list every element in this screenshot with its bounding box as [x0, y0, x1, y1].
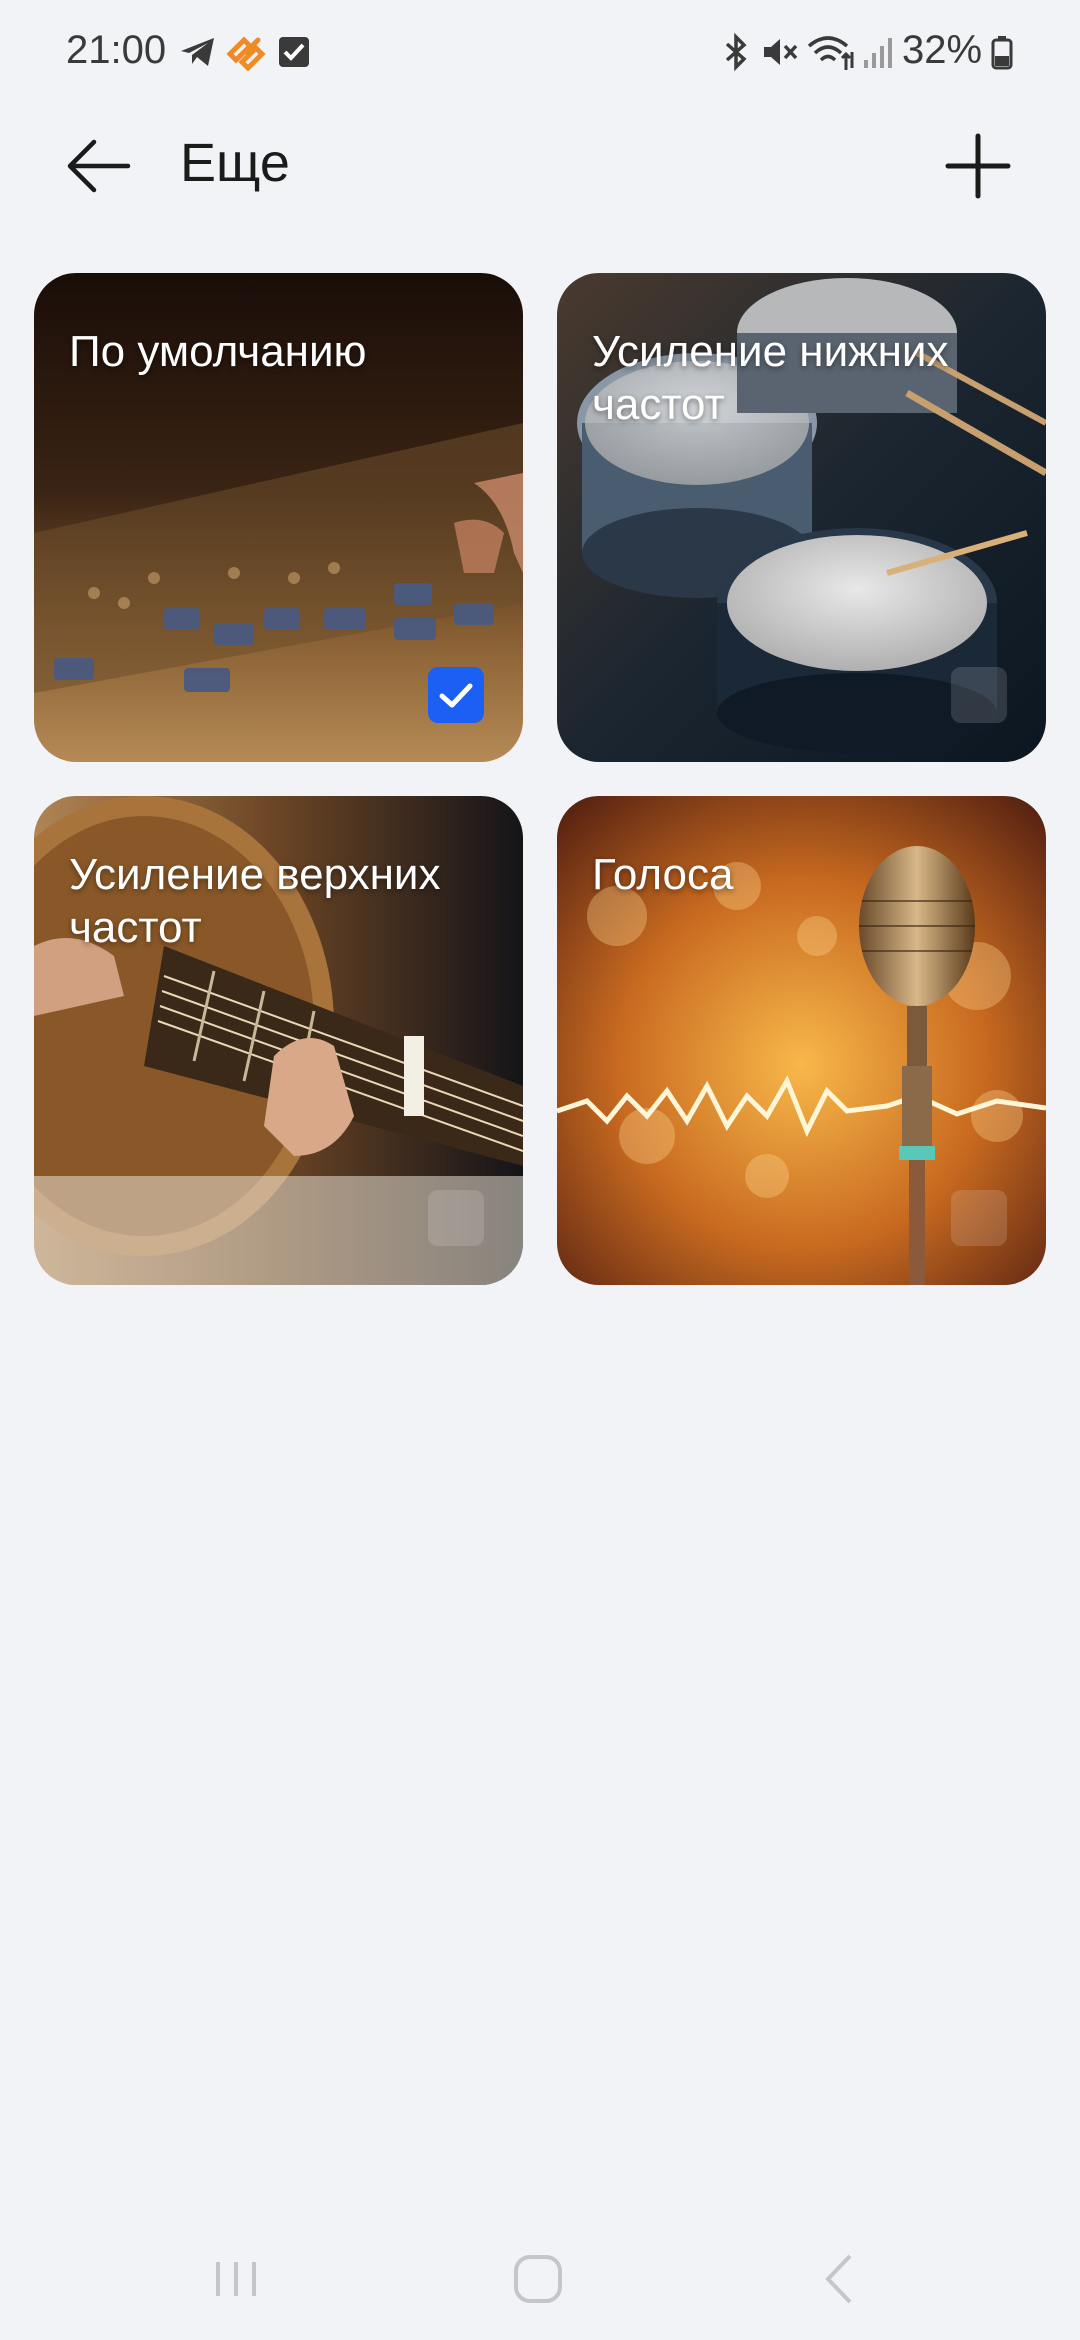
- battery-level: 32%: [902, 28, 983, 72]
- recent-apps-button[interactable]: [196, 2244, 276, 2314]
- preset-checkbox[interactable]: [428, 667, 484, 723]
- add-preset-button[interactable]: [938, 126, 1018, 206]
- home-icon: [514, 2255, 562, 2303]
- preset-label: По умолчанию: [69, 327, 367, 376]
- battery-icon: [990, 32, 1014, 72]
- recent-apps-icon: [216, 2262, 256, 2296]
- preset-label: Усиление верхних частот: [69, 850, 441, 952]
- signal-icon: [858, 32, 898, 72]
- preset-checkbox[interactable]: [428, 1190, 484, 1246]
- preset-card-bass-boost[interactable]: Усиление нижних частот: [557, 273, 1046, 762]
- checkmark-icon: [439, 683, 473, 708]
- preset-checkbox[interactable]: [951, 1190, 1007, 1246]
- preset-label: Голоса: [592, 850, 734, 899]
- app-header: Еще: [0, 110, 1080, 220]
- bluetooth-icon: [716, 32, 756, 72]
- checkbox-notification-icon: [274, 32, 314, 72]
- system-nav-bar: [0, 2220, 1080, 2340]
- telegram-icon: [178, 32, 218, 72]
- preset-checkbox[interactable]: [951, 667, 1007, 723]
- preset-card-treble-boost[interactable]: Усиление верхних частот: [34, 796, 523, 1285]
- preset-label: Усиление нижних частот: [592, 327, 949, 429]
- page-title: Еще: [180, 133, 290, 193]
- arrow-left-icon: [67, 139, 131, 193]
- status-time: 21:00: [66, 28, 167, 72]
- back-icon: [825, 2254, 852, 2304]
- plus-icon: [945, 133, 1011, 199]
- preset-card-default[interactable]: По умолчанию: [34, 273, 523, 762]
- home-button[interactable]: [498, 2244, 578, 2314]
- status-bar: 21:00 32%: [0, 0, 1080, 110]
- preset-card-voices[interactable]: Голоса: [557, 796, 1046, 1285]
- system-back-button[interactable]: [800, 2244, 880, 2314]
- app-notification-icon: [226, 32, 266, 72]
- back-button[interactable]: [60, 126, 140, 206]
- mute-icon: [760, 32, 800, 72]
- wifi-icon: [806, 32, 856, 72]
